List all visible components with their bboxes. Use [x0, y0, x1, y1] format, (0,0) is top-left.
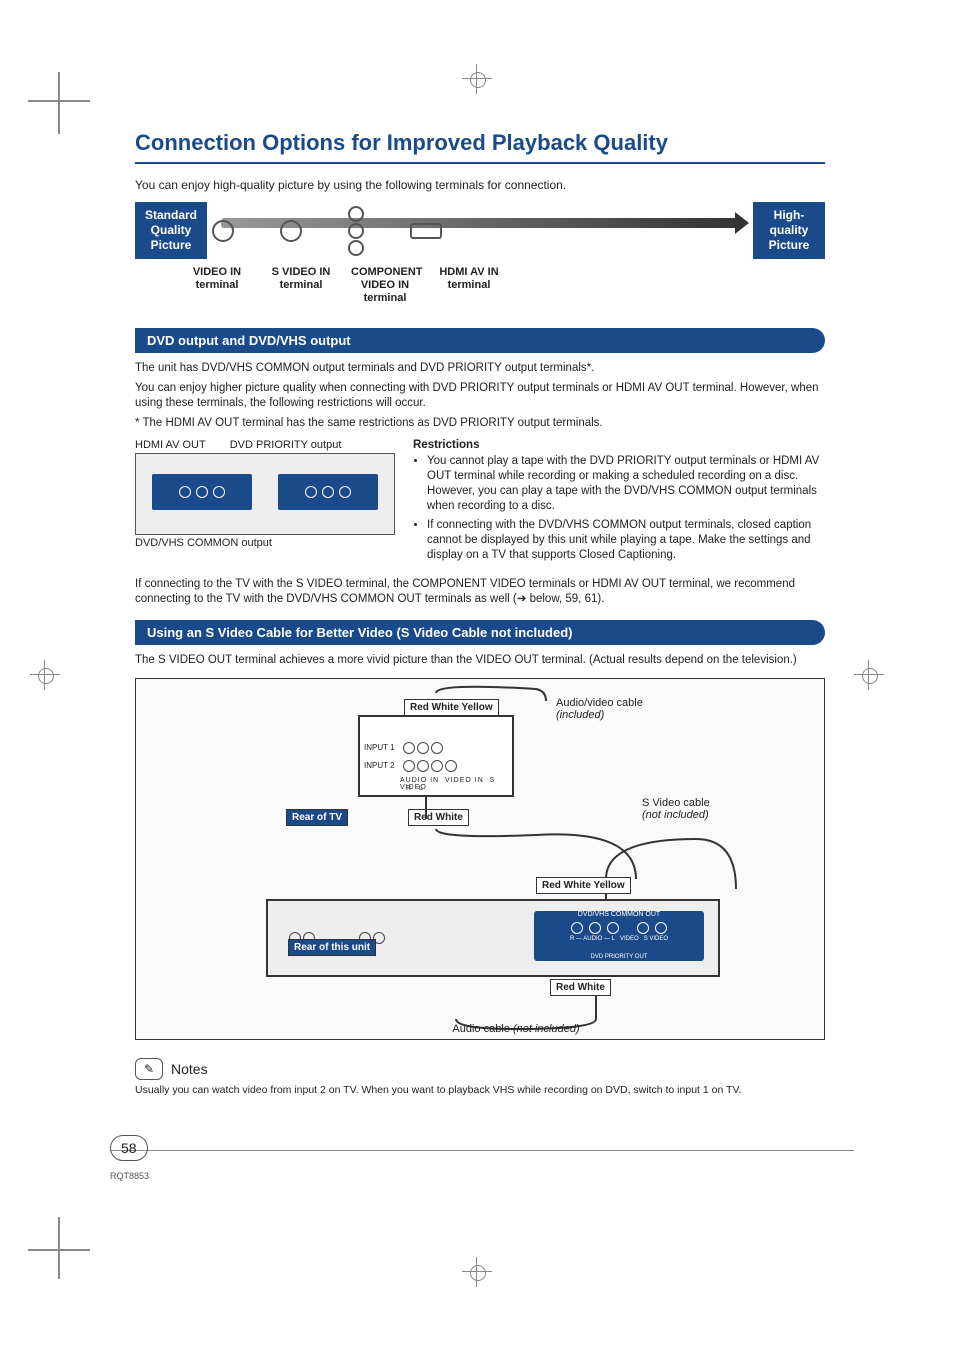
diagram-caption: DVD/VHS COMMON output: [135, 537, 395, 549]
document-code: RQT8853: [110, 1171, 149, 1181]
footer-rule: [110, 1150, 854, 1151]
restrictions: Restrictions You cannot play a tape with…: [413, 439, 825, 567]
notes-body: Usually you can watch video from input 2…: [135, 1084, 825, 1096]
intro-text: You can enjoy high-quality picture by us…: [135, 178, 825, 192]
port-block-label: DVD/VHS COMMON OUT: [534, 911, 704, 918]
port-caption: R — AUDIO — L: [570, 936, 615, 942]
page-title: Connection Options for Improved Playback…: [135, 130, 825, 164]
restriction-item: If connecting with the DVD/VHS COMMON ou…: [427, 518, 825, 563]
body-text: The S VIDEO OUT terminal achieves a more…: [135, 653, 825, 669]
cable-note: (not included): [513, 1023, 580, 1035]
section-heading: DVD output and DVD/VHS output: [135, 328, 825, 353]
component-jack-icon: [348, 206, 364, 256]
restrictions-title: Restrictions: [413, 439, 825, 451]
body-text: * The HDMI AV OUT terminal has the same …: [135, 416, 825, 432]
rear-panel-mini-diagram: HDMI AV OUT DVD PRIORITY output DVD/VHS …: [135, 439, 395, 567]
body-text: The unit has DVD/VHS COMMON output termi…: [135, 361, 825, 377]
terminal-labels: VIDEO IN terminal S VIDEO IN terminal CO…: [183, 266, 503, 306]
terminal-label: COMPONENT VIDEO IN terminal: [351, 266, 419, 306]
notes-title: Notes: [171, 1061, 208, 1077]
terminal-label: HDMI AV IN terminal: [435, 266, 503, 306]
port-caption: S VIDEO: [644, 936, 668, 942]
standard-quality-badge: Standard Quality Picture: [135, 202, 207, 259]
diagram-caption: HDMI AV OUT: [135, 439, 206, 451]
svideo-jack-icon: [280, 220, 302, 242]
terminal-label: VIDEO IN terminal: [183, 266, 251, 306]
body-text: If connecting to the TV with the S VIDEO…: [135, 577, 825, 608]
rca-jack-icon: [212, 220, 234, 242]
hdmi-jack-icon: [410, 223, 442, 239]
cable-label: Audio cable: [452, 1023, 510, 1035]
high-quality-badge: High-quality Picture: [753, 202, 825, 259]
cable-color-label: Red White Yellow: [536, 877, 631, 894]
diagram-caption: DVD PRIORITY output: [230, 439, 342, 451]
page-number: 58: [110, 1135, 148, 1161]
terminal-label: S VIDEO IN terminal: [267, 266, 335, 306]
connection-diagram: INPUT 1 INPUT 2 AUDIO IN VIDEO IN S VIDE…: [135, 678, 825, 1040]
rear-unit-label: Rear of this unit: [288, 939, 376, 956]
cable-color-label: Red White: [550, 979, 611, 996]
port-block-label: DVD PRIORITY OUT: [534, 954, 704, 960]
port-caption: VIDEO: [620, 936, 639, 942]
cable-paths-icon: [136, 679, 824, 1039]
notes-icon: ✎: [135, 1058, 163, 1080]
body-text: You can enjoy higher picture quality whe…: [135, 381, 825, 412]
section-heading: Using an S Video Cable for Better Video …: [135, 620, 825, 645]
restriction-item: You cannot play a tape with the DVD PRIO…: [427, 454, 825, 514]
jack-icons: [212, 206, 442, 256]
